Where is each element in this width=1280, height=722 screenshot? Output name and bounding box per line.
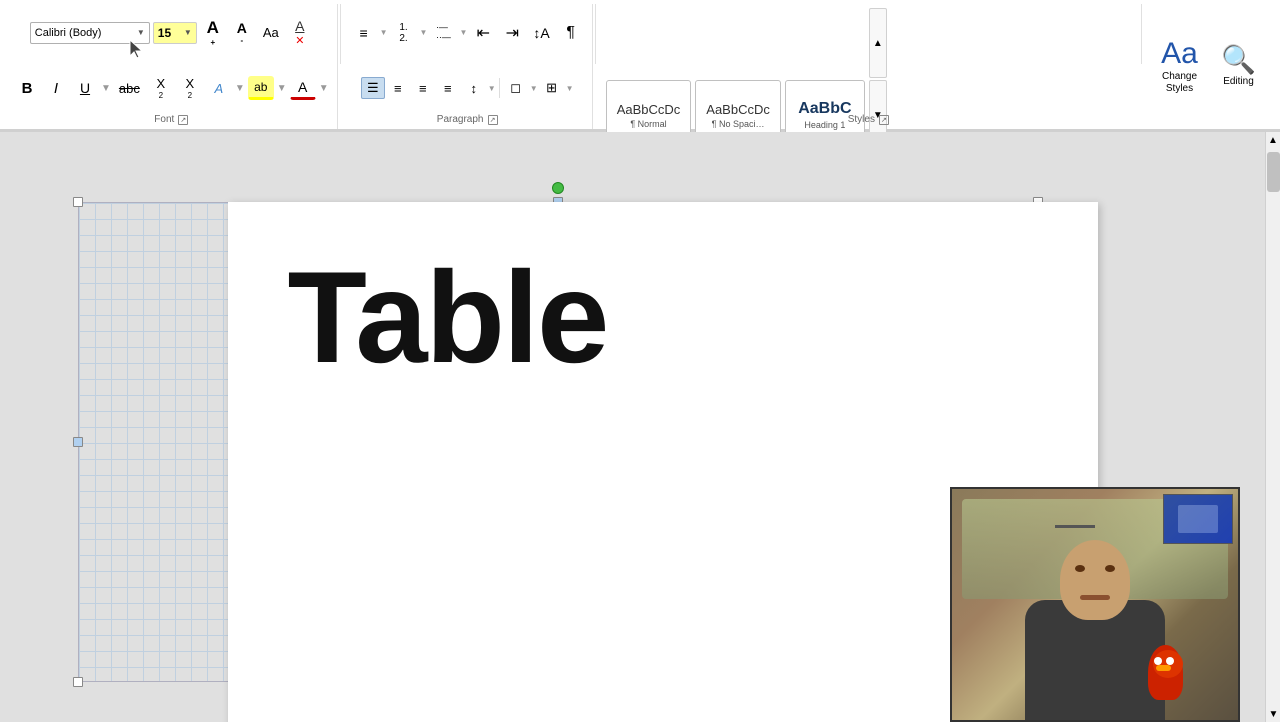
webcam-overlay xyxy=(950,487,1240,722)
webcam-feed xyxy=(952,489,1238,720)
scroll-thumb[interactable] xyxy=(1267,152,1280,192)
show-marks-button[interactable]: ¶ xyxy=(558,21,584,45)
webcam-thumbnail xyxy=(1163,494,1233,544)
sep1 xyxy=(340,4,341,64)
vertical-scrollbar[interactable]: ▲ ▼ xyxy=(1265,132,1280,722)
handle-bot-left[interactable] xyxy=(73,677,83,687)
handle-rotate[interactable] xyxy=(552,182,564,194)
editing-icon: 🔍 xyxy=(1221,46,1256,74)
decrease-indent-button[interactable]: ⇤ xyxy=(470,21,496,45)
ribbon: Calibri (Body) ▼ 15 ▼ A+ A- Aa A✕ B I U … xyxy=(0,0,1280,130)
handle-mid-left[interactable] xyxy=(73,437,83,447)
editing-label: Editing xyxy=(1223,76,1254,88)
align-center-button[interactable]: ≡ xyxy=(386,77,410,99)
align-left-button[interactable]: ☰ xyxy=(361,77,385,99)
text-effects-button[interactable]: A xyxy=(206,76,232,100)
font-group-footer: Font ↗ xyxy=(6,114,337,125)
paragraph-group: ≡ ▼ 1.2. ▼ ·—··— ▼ ⇤ ⇥ ↕A ¶ ☰ ≡ ≡ ≡ ↕ ▼ … xyxy=(343,4,593,129)
clear-formatting-button[interactable]: A✕ xyxy=(287,21,313,45)
text-highlight-button[interactable]: ab xyxy=(248,76,274,100)
change-styles-button[interactable]: Aa Change Styles xyxy=(1152,27,1207,107)
sort-button[interactable]: ↕A xyxy=(528,21,554,45)
font-name-dropdown[interactable]: Calibri (Body) ▼ xyxy=(30,22,150,44)
change-styles-icon: Aa xyxy=(1161,39,1198,69)
styles-group-label: Styles xyxy=(848,114,875,125)
styles-dialog-launcher[interactable]: ↗ xyxy=(879,115,889,125)
shrink-font-button[interactable]: A- xyxy=(229,21,255,45)
font-size-dropdown[interactable]: 15 ▼ xyxy=(153,22,197,44)
bullets-button[interactable]: ≡ xyxy=(351,21,377,45)
document-area: Table xyxy=(0,132,1265,722)
person-head xyxy=(1060,540,1130,620)
font-group: Calibri (Body) ▼ 15 ▼ A+ A- Aa A✕ B I U … xyxy=(6,4,338,129)
font-group-label: Font xyxy=(154,114,174,125)
paragraph-group-footer: Paragraph ↗ xyxy=(343,114,592,125)
subscript-button[interactable]: X2 xyxy=(148,76,174,100)
superscript-button[interactable]: X2 xyxy=(177,76,203,100)
numbering-button[interactable]: 1.2. xyxy=(391,21,417,45)
font-color-button[interactable]: A xyxy=(290,76,316,100)
align-right-button[interactable]: ≡ xyxy=(411,77,435,99)
ribbon-end: Aa Change Styles 🔍 Editing xyxy=(1144,4,1274,129)
sep3 xyxy=(1141,4,1142,64)
bold-button[interactable]: B xyxy=(14,76,40,100)
borders-button[interactable]: ⊞ xyxy=(539,76,565,100)
main-area: Table xyxy=(0,132,1280,722)
elmo-plush xyxy=(1148,645,1183,700)
italic-button[interactable]: I xyxy=(43,76,69,100)
justify-button[interactable]: ≡ xyxy=(436,77,460,99)
handle-top-left[interactable] xyxy=(73,197,83,207)
change-styles-label: Change Styles xyxy=(1162,71,1197,95)
editing-button[interactable]: 🔍 Editing xyxy=(1211,27,1266,107)
underline-button[interactable]: U xyxy=(72,76,98,100)
scroll-up-button[interactable]: ▲ xyxy=(1266,132,1280,148)
multilevel-list-button[interactable]: ·—··— xyxy=(430,21,456,45)
font-size-value: 15 xyxy=(158,26,182,40)
font-size-arrow: ▼ xyxy=(184,28,192,37)
sep2 xyxy=(595,4,596,64)
line-spacing-button[interactable]: ↕ xyxy=(461,76,487,100)
increase-indent-button[interactable]: ⇥ xyxy=(499,21,525,45)
grow-font-button[interactable]: A+ xyxy=(200,21,226,45)
styles-scroll-up[interactable]: ▲ xyxy=(869,8,887,78)
font-name-value: Calibri (Body) xyxy=(35,27,135,39)
paragraph-dialog-launcher[interactable]: ↗ xyxy=(488,115,498,125)
document-text[interactable]: Table xyxy=(288,252,608,382)
font-dialog-launcher[interactable]: ↗ xyxy=(178,115,188,125)
paragraph-group-label: Paragraph xyxy=(437,114,484,125)
strikethrough-button[interactable]: abc xyxy=(114,76,145,100)
change-case-button[interactable]: Aa xyxy=(258,21,284,45)
shading-button[interactable]: ◻ xyxy=(503,76,529,100)
styles-group-footer: Styles ↗ xyxy=(598,114,1139,125)
styles-group: AaBbCcDc ¶ Normal AaBbCcDc ¶ No Spaci… A… xyxy=(598,4,1139,129)
font-name-arrow: ▼ xyxy=(137,28,145,37)
